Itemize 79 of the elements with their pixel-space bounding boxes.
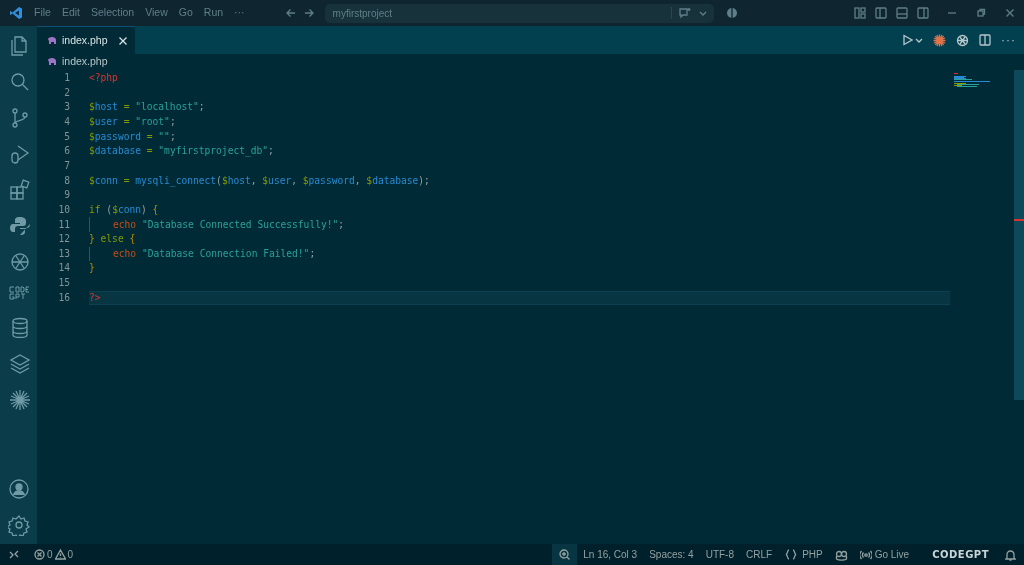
line-number: 4 [63, 115, 70, 130]
settings-icon[interactable] [7, 514, 30, 536]
panel-bottom-icon[interactable] [896, 7, 908, 19]
python-icon[interactable] [7, 214, 30, 236]
code-line: if ($conn) { [89, 202, 159, 217]
close-icon[interactable] [116, 34, 129, 47]
problems-button[interactable]: 0 0 [34, 547, 74, 562]
status-item[interactable]: Ln 16, Col 3 [583, 547, 638, 562]
menu-item[interactable]: Edit [61, 5, 80, 21]
more-actions-button[interactable]: ··· [1001, 35, 1016, 45]
status-item[interactable]: PHP [802, 547, 823, 562]
starburst-icon[interactable] [933, 33, 946, 47]
menu-item[interactable]: Run [203, 5, 224, 21]
scrollbar[interactable] [1014, 70, 1024, 400]
elephant-icon [47, 36, 57, 45]
elephant-icon [47, 58, 57, 66]
notifications-icon[interactable] [1005, 548, 1016, 561]
restore-icon[interactable] [975, 7, 987, 19]
status-item[interactable]: Spaces: 4 [649, 547, 694, 562]
menu-item[interactable]: Go [178, 5, 193, 21]
code-line: ?> [89, 290, 101, 305]
zoom-in-icon[interactable] [559, 549, 571, 560]
line-number: 1 [63, 71, 70, 86]
split-editor-icon[interactable] [979, 34, 991, 46]
line-number: 12 [57, 232, 70, 247]
line-number: 9 [63, 188, 70, 203]
code-line: echo "Database Connection Failed!"; [89, 246, 316, 262]
line-number: 11 [57, 217, 70, 232]
code-line: } else { [89, 232, 136, 247]
layout-icon[interactable] [854, 7, 866, 19]
code-line: $password = ""; [89, 129, 176, 144]
status-item[interactable]: Go Live [874, 547, 910, 562]
menu-item[interactable]: ··· [234, 5, 245, 21]
code-line: } [89, 261, 95, 276]
codegpt-logo-icon[interactable] [8, 286, 29, 300]
half-circle-icon[interactable] [725, 7, 738, 19]
line-number: 8 [63, 173, 70, 188]
chevron-down-icon[interactable] [915, 36, 923, 44]
sidebar-left-icon[interactable] [875, 7, 887, 19]
sidebar-right-icon[interactable] [917, 7, 929, 19]
line-number: 2 [63, 85, 70, 100]
line-number: 16 [57, 290, 70, 305]
account-icon[interactable] [7, 478, 30, 500]
line-number: 14 [57, 261, 70, 276]
chat-icon[interactable] [677, 7, 692, 19]
code-line: echo "Database Connected Successfully!"; [89, 217, 345, 233]
broadcast-icon [859, 549, 872, 560]
line-number: 13 [57, 246, 70, 261]
line-number: 5 [63, 129, 70, 144]
editor-tab[interactable]: index.php [37, 26, 135, 54]
forward-arrow-icon[interactable] [302, 7, 315, 19]
overview-ruler-mark [1014, 219, 1024, 221]
braces-icon [785, 549, 798, 560]
status-item[interactable]: UTF-8 [705, 547, 734, 562]
line-number: 10 [57, 202, 70, 217]
code-line: <?php [89, 71, 118, 86]
status-item[interactable]: CRLF [746, 547, 773, 562]
line-number: 6 [63, 144, 70, 159]
line-number: 3 [63, 100, 70, 115]
copilot-icon[interactable] [834, 548, 848, 561]
breadcrumb-item[interactable]: index.php [62, 54, 108, 70]
code-line: $user = "root"; [89, 115, 176, 130]
line-number: 7 [63, 158, 70, 173]
extensions-icon[interactable] [7, 178, 30, 200]
code-line: $conn = mysqli_connect($host, $user, $password, $database); [89, 173, 430, 188]
code-line: $database = "myfirstproject_db"; [89, 144, 274, 159]
remote-icon[interactable] [8, 548, 20, 561]
code-line: $host = "localhost"; [89, 100, 205, 115]
starburst-icon[interactable] [7, 388, 30, 410]
warning-icon [54, 549, 66, 560]
line-number: 15 [57, 276, 70, 291]
run-icon[interactable] [902, 34, 913, 46]
menu-item[interactable]: Selection [91, 5, 135, 21]
back-arrow-icon[interactable] [284, 7, 297, 19]
menu-item[interactable]: File [34, 5, 51, 21]
codegpt-logo[interactable]: CODEGPT [932, 547, 989, 562]
app-logo-icon[interactable] [9, 6, 23, 20]
menu-item[interactable]: View [145, 5, 168, 21]
error-icon [34, 549, 45, 560]
